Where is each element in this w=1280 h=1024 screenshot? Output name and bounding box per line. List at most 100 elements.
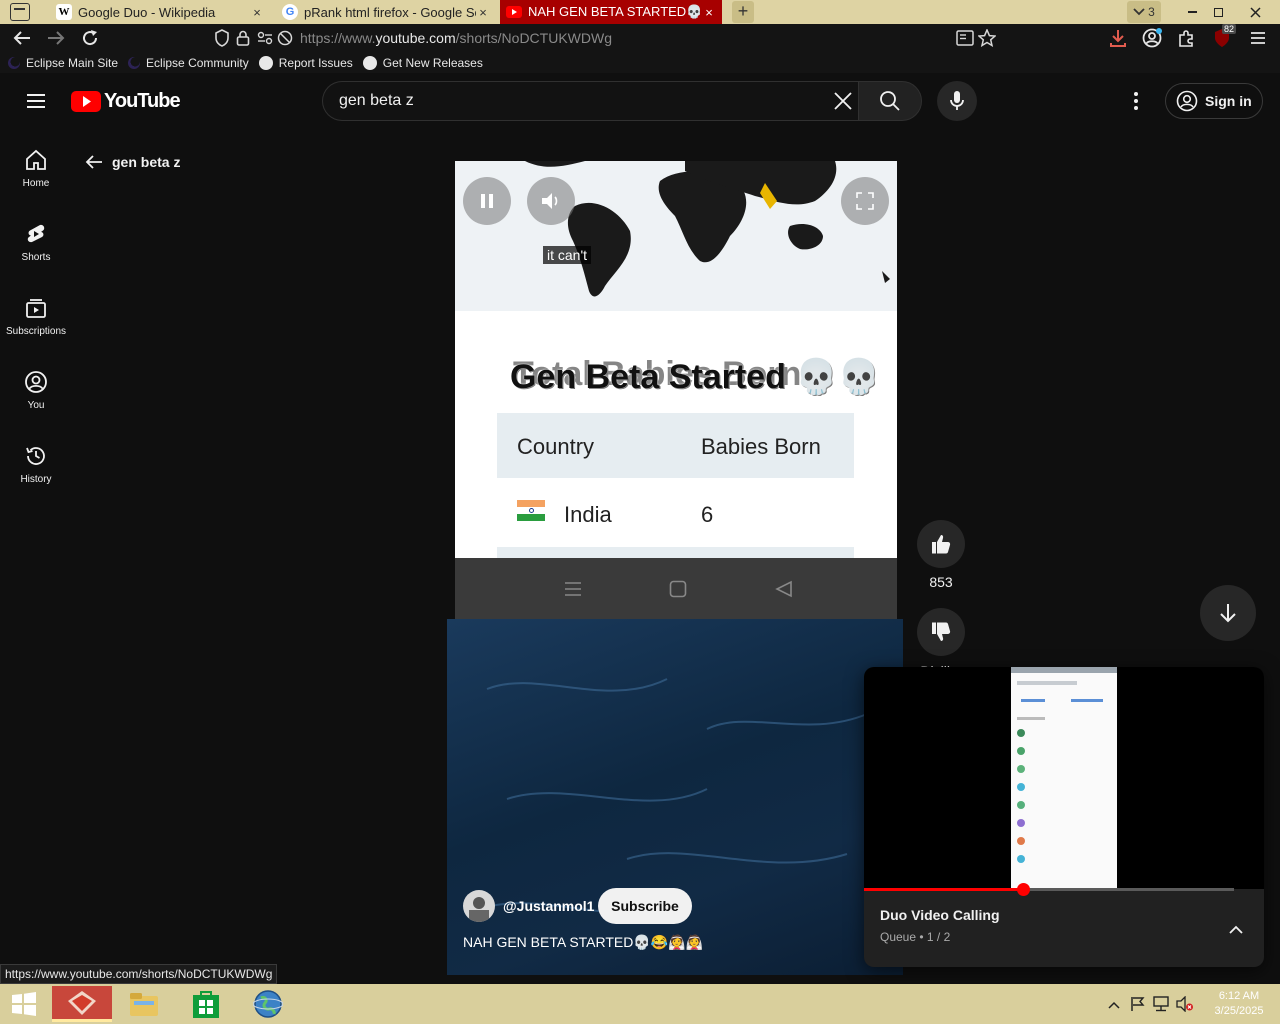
miniplayer-progress-track[interactable] <box>864 883 1234 896</box>
thumbs-down-icon <box>932 622 951 641</box>
account-button[interactable] <box>1142 28 1162 48</box>
start-button[interactable] <box>0 986 48 1022</box>
guide-menu-button[interactable] <box>24 89 48 113</box>
taskbar-firefox-app[interactable] <box>52 986 112 1022</box>
status-url-tooltip: https://www.youtube.com/shorts/NoDCTUKWD… <box>0 964 278 984</box>
folder-icon <box>130 993 158 1016</box>
bookmark-report-issues[interactable]: Report Issues <box>258 55 353 70</box>
search-input[interactable]: gen beta z <box>339 92 414 110</box>
taskbar-clock[interactable]: 6:12 AM 3/25/2025 <box>1204 989 1274 1019</box>
search-query-label: gen beta z <box>112 154 181 170</box>
bookmark-eclipse-main-site[interactable]: Eclipse Main Site <box>8 56 118 70</box>
taskbar-store-app[interactable] <box>176 986 236 1022</box>
guide-item-subscriptions[interactable]: Subscriptions <box>0 296 72 337</box>
tray-chevron-up-icon[interactable] <box>1108 1000 1120 1010</box>
table-row: India 6 <box>497 486 854 546</box>
close-window-button[interactable] <box>1232 0 1278 24</box>
bookmark-star-icon[interactable] <box>978 29 996 47</box>
guide-item-home[interactable]: Home <box>0 148 72 189</box>
url-domain: youtube.com <box>375 30 456 46</box>
subscribe-button[interactable]: Subscribe <box>598 888 692 924</box>
overlay-title-text: Gen Beta Started 💀💀 <box>510 358 880 396</box>
lock-icon <box>236 30 250 46</box>
video-caption: it can't <box>543 246 592 264</box>
volume-muted-icon[interactable] <box>1176 996 1194 1012</box>
minimize-button[interactable] <box>1180 0 1204 24</box>
tab-google-duo-wikipedia[interactable]: W Google Duo - Wikipedia × <box>50 0 270 24</box>
hamburger-menu-icon <box>1251 32 1265 44</box>
browser-tab-strip: W Google Duo - Wikipedia × G pRank html … <box>0 0 1280 24</box>
tab-youtube-short[interactable]: NAH GEN BETA STARTED💀😂👰 × <box>500 0 722 24</box>
guide-item-shorts[interactable]: Shorts <box>0 222 72 263</box>
tab-list-icon[interactable] <box>10 3 30 21</box>
voice-search-button[interactable] <box>937 81 977 121</box>
miniplayer[interactable]: Duo Video Calling Queue • 1 / 2 <box>864 667 1264 967</box>
guide-label: You <box>27 400 45 411</box>
miniplayer-scrubber[interactable] <box>1017 883 1031 896</box>
miniplayer-title[interactable]: Duo Video Calling <box>880 907 1000 923</box>
windows-logo-icon <box>12 992 36 1016</box>
recents-icon <box>565 582 581 596</box>
babies-born-value: 6 <box>701 502 714 527</box>
taskbar-browser-globe[interactable] <box>238 986 298 1022</box>
downloads-button[interactable] <box>1108 28 1128 48</box>
pause-button[interactable] <box>463 177 511 225</box>
reload-button[interactable] <box>80 28 100 48</box>
search-button[interactable] <box>858 81 922 121</box>
taskbar-file-explorer[interactable] <box>114 986 174 1022</box>
search-box[interactable]: gen beta z <box>322 81 859 121</box>
short-title[interactable]: NAH GEN BETA STARTED💀😂👰👰 <box>463 934 703 951</box>
ublock-button[interactable]: 82 <box>1212 24 1237 48</box>
guide-label: Subscriptions <box>5 326 67 337</box>
tab-close-icon[interactable]: × <box>250 5 264 20</box>
action-center-flag-icon[interactable] <box>1130 996 1146 1012</box>
channel-avatar[interactable] <box>463 890 495 922</box>
tab-google-search[interactable]: G pRank html firefox - Google Sea × <box>276 0 496 24</box>
network-icon[interactable] <box>1152 996 1170 1012</box>
like-count: 853 <box>929 574 953 590</box>
world-map-frame <box>455 161 897 311</box>
sign-in-button[interactable]: Sign in <box>1165 83 1263 119</box>
guide-item-history[interactable]: History <box>0 444 72 485</box>
youtube-icon <box>506 4 522 20</box>
extensions-button[interactable] <box>1176 28 1196 48</box>
tab-close-icon[interactable]: × <box>702 5 716 20</box>
bookmark-get-new-releases[interactable]: Get New Releases <box>362 55 483 70</box>
sign-in-label: Sign in <box>1205 93 1252 109</box>
miniplayer-video[interactable] <box>864 667 1264 889</box>
permissions-icon <box>257 31 273 45</box>
url-prefix: https://www. <box>300 30 376 46</box>
reader-view-icon[interactable] <box>956 30 974 46</box>
url-bar[interactable]: https://www.youtube.com/shorts/NoDCTUKWD… <box>210 27 1010 49</box>
app-menu-button[interactable] <box>1248 28 1268 48</box>
volume-button[interactable] <box>527 177 575 225</box>
tab-title: pRank html firefox - Google Sea <box>304 4 476 20</box>
forward-button[interactable] <box>46 28 66 48</box>
system-tray <box>1104 984 1204 1024</box>
guide-item-you[interactable]: You <box>0 370 72 411</box>
dislike-button[interactable] <box>917 608 965 656</box>
history-icon <box>26 447 45 465</box>
clear-search-icon[interactable] <box>833 91 853 111</box>
fullscreen-button[interactable] <box>841 177 889 225</box>
like-button[interactable] <box>917 520 965 568</box>
bookmark-label: Get New Releases <box>382 55 483 70</box>
tab-overflow-button[interactable]: 3 <box>1127 1 1161 23</box>
bookmark-eclipse-community[interactable]: Eclipse Community <box>128 56 249 70</box>
tab-close-icon[interactable]: × <box>476 5 490 20</box>
settings-more-button[interactable] <box>1126 89 1146 113</box>
restore-button[interactable] <box>1206 0 1230 24</box>
notification-dot <box>1156 28 1162 34</box>
youtube-logo[interactable]: YouTube <box>71 90 181 113</box>
country-name: India <box>564 502 612 527</box>
short-video-player[interactable]: it can't Total Babies Born 0 Gen Beta St… <box>455 161 897 619</box>
new-tab-button[interactable]: + <box>732 1 754 23</box>
next-video-button[interactable] <box>1200 585 1256 641</box>
channel-handle[interactable]: @Justanmol1 <box>503 898 594 914</box>
search-back-link[interactable]: gen beta z <box>84 152 180 172</box>
subscriptions-icon <box>26 299 46 318</box>
back-button[interactable] <box>12 28 32 48</box>
bookmark-label: Eclipse Community <box>146 55 249 70</box>
expand-queue-button[interactable] <box>1224 918 1248 942</box>
arrow-right-icon <box>48 31 65 45</box>
